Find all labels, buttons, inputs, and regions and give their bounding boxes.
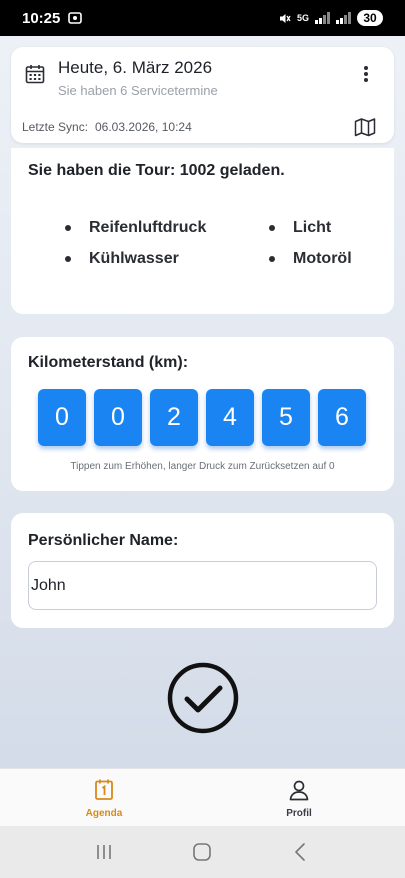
status-bar: 10:25 5G 30 [0,0,405,36]
network-type: 5G [296,13,309,23]
tour-card: Sie haben die Tour: 1002 geladen. Reifen… [11,148,394,314]
battery-level: 30 [357,10,383,26]
agenda-icon [95,779,113,800]
nav-agenda-label: Agenda [85,808,123,819]
sync-timestamp: 06.03.2026, 10:24 [95,120,192,134]
back-icon[interactable] [290,841,312,863]
checklist-item: Licht [269,219,331,237]
checklist-item: Motoröl [269,250,352,268]
check-circle-icon[interactable] [167,662,239,734]
odometer-digit-6[interactable]: 6 [318,389,366,446]
odometer-digit-5[interactable]: 5 [262,389,310,446]
system-navigation-bar [0,826,405,878]
sync-label: Letzte Sync: [22,120,89,134]
checklist-item: Kühlwasser [65,250,179,268]
map-icon[interactable] [354,117,376,137]
name-card: Persönlicher Name: [11,513,394,628]
status-time: 10:25 [22,9,61,27]
date-title: Heute, 6. März 2026 [58,58,213,77]
screen-record-icon [68,12,83,24]
odometer-digit-1[interactable]: 0 [38,389,86,446]
odometer-digit-4[interactable]: 4 [206,389,254,446]
odometer-digit-2[interactable]: 0 [94,389,142,446]
odometer-digit-3[interactable]: 2 [150,389,198,446]
signal-icon-2 [336,12,351,24]
appointments-subtitle: Sie haben 6 Servicetermine [58,83,218,98]
signal-icon [315,12,330,24]
person-icon [289,780,309,801]
calendar-icon [25,65,45,84]
nav-profil[interactable]: Profil [198,769,400,827]
odometer-label: Kilometerstand (km): [28,354,189,371]
home-icon[interactable] [191,841,213,863]
odometer-hint: Tippen zum Erhöhen, langer Druck zum Zur… [70,461,335,472]
tour-loaded-text: Sie haben die Tour: 1002 geladen. [28,162,285,179]
day-header-card: Heute, 6. März 2026 Sie haben 6 Servicet… [11,47,394,143]
nav-agenda[interactable]: Agenda [3,769,205,827]
odometer-card: Kilometerstand (km): 0 0 2 4 5 6 Tippen … [11,337,394,491]
mute-icon [279,13,291,23]
bottom-navigation: Agenda Profil [0,768,405,826]
recents-icon[interactable] [93,841,115,863]
checklist-item: Reifenluftdruck [65,219,206,237]
nav-profil-label: Profil [286,808,312,819]
name-input[interactable] [28,561,377,610]
odometer-digits: 0 0 2 4 5 6 [38,389,366,446]
name-label: Persönlicher Name: [28,532,179,549]
more-vertical-icon[interactable] [356,64,376,84]
